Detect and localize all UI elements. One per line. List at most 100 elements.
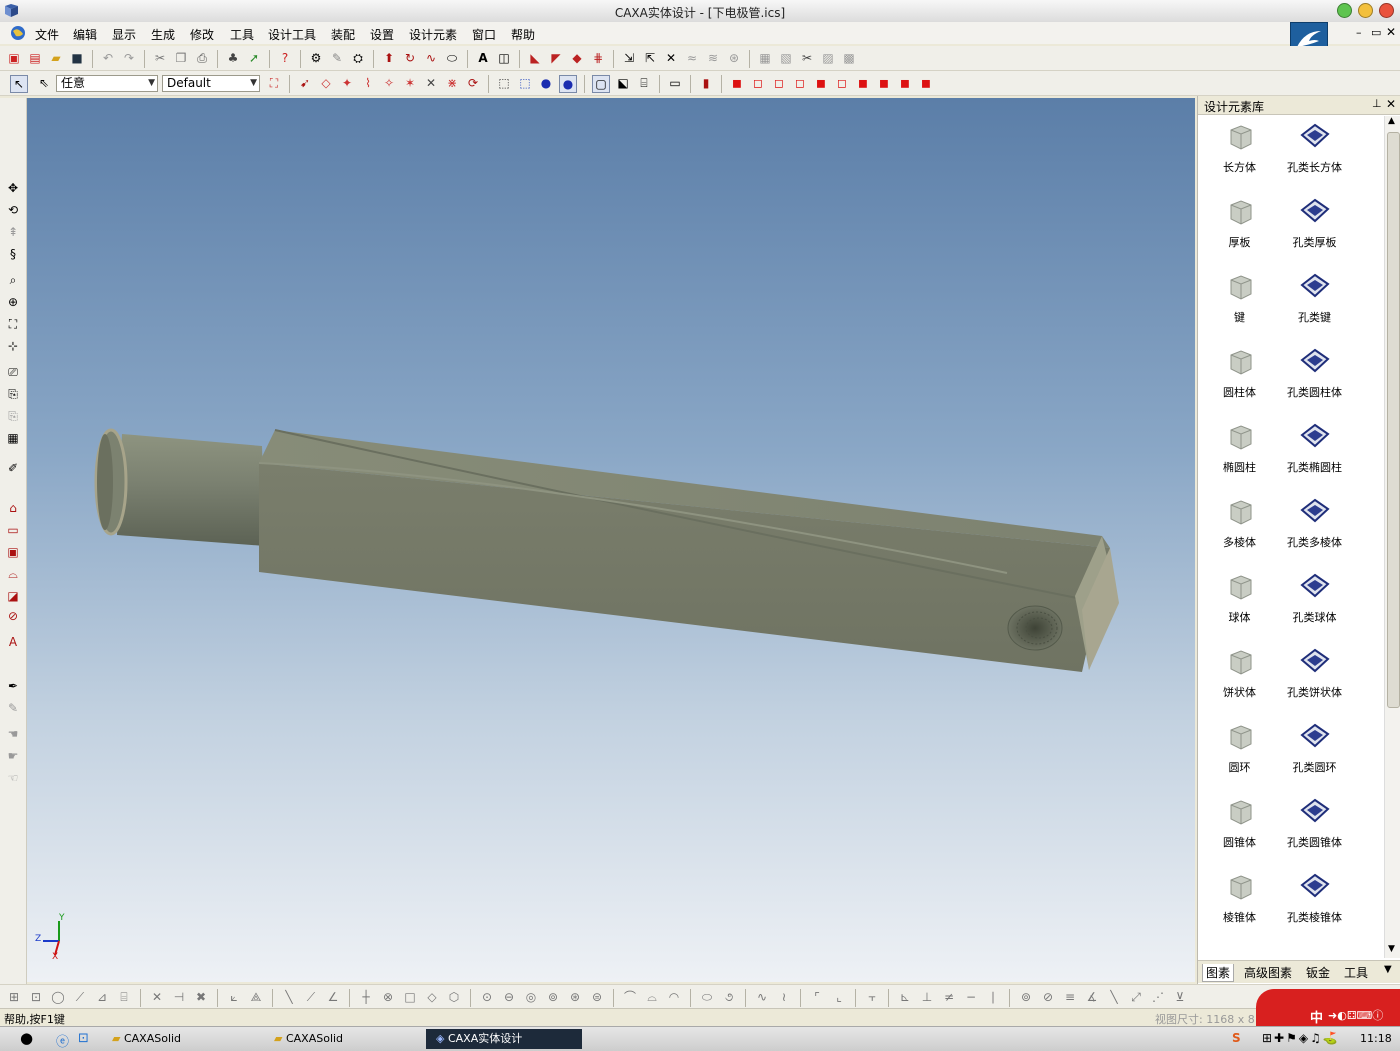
constraint-h-icon[interactable]: ⊻ <box>1172 989 1188 1005</box>
menu-file[interactable]: 文件 <box>35 26 59 43</box>
sketch-e-icon[interactable]: ✶ <box>402 75 418 91</box>
element-item[interactable]: 圆锥体 <box>1202 797 1277 850</box>
selection-filter-combo[interactable]: 任意 ▼ <box>56 75 158 92</box>
draw-c-icon[interactable]: ◯ <box>50 989 66 1005</box>
angle-line-icon[interactable]: ∠ <box>325 989 341 1005</box>
element-item[interactable]: 孔类椭圆柱 <box>1277 422 1352 475</box>
wire-box-icon[interactable]: ▢ <box>592 75 610 93</box>
mdi-restore-icon[interactable]: ▭ <box>1371 26 1381 39</box>
rotate-view-icon[interactable]: ⟲ <box>5 202 21 218</box>
line-icon[interactable]: ╲ <box>281 989 297 1005</box>
switch-icon[interactable]: ⊡ <box>78 1031 89 1046</box>
close-button[interactable] <box>1379 3 1394 18</box>
camera-a-icon[interactable]: ⎚ <box>5 364 21 380</box>
menu-settings[interactable]: 设置 <box>370 26 394 43</box>
std-view-top-icon[interactable]: ◼ <box>813 75 829 91</box>
surface-c-icon[interactable]: ⊛ <box>726 50 742 66</box>
sketch-f-icon[interactable]: ✕ <box>423 75 439 91</box>
menu-design-tools[interactable]: 设计工具 <box>268 26 316 43</box>
hand-c-icon[interactable]: ☜ <box>5 770 21 786</box>
feature-a-icon[interactable]: ⚙ <box>308 50 324 66</box>
tab-sheet-metal[interactable]: 钣金 <box>1306 964 1330 981</box>
panel-scrollbar[interactable]: ▲ ▼ <box>1384 116 1400 958</box>
hexagon-icon[interactable]: ⬡ <box>446 989 462 1005</box>
design-tree-icon[interactable]: ♣ <box>225 50 241 66</box>
element-item[interactable]: 圆环 <box>1202 722 1277 775</box>
element-item[interactable]: 棱锥体 <box>1202 872 1277 925</box>
element-item[interactable]: 圆柱体 <box>1202 347 1277 400</box>
draw-d-icon[interactable]: ⟋ <box>72 989 88 1005</box>
iso-box-icon[interactable]: ⬕ <box>615 75 631 91</box>
boolean-e-icon[interactable]: ▩ <box>841 50 857 66</box>
sketch-b-icon[interactable]: ✦ <box>339 75 355 91</box>
sketch-line-icon[interactable]: ⌂ <box>5 500 21 516</box>
revolve-icon[interactable]: ↻ <box>402 50 418 66</box>
menu-window[interactable]: 窗口 <box>472 26 496 43</box>
sweep-icon[interactable]: ∿ <box>423 50 439 66</box>
save-icon[interactable]: ■ <box>69 50 85 66</box>
help-pointer-icon[interactable]: ? <box>277 50 293 66</box>
std-view-back-icon[interactable]: ◻ <box>750 75 766 91</box>
sketch-box-icon[interactable]: ▣ <box>5 544 21 560</box>
rect-icon[interactable]: □ <box>402 989 418 1005</box>
face-move-icon[interactable]: ⇲ <box>621 50 637 66</box>
draw-i-icon[interactable]: ✖ <box>193 989 209 1005</box>
menu-display[interactable]: 显示 <box>112 26 136 43</box>
spiral-icon[interactable]: ૭ <box>721 989 737 1005</box>
select-mode-icon[interactable]: ⇖ <box>36 75 52 91</box>
element-item[interactable]: 饼状体 <box>1202 647 1277 700</box>
dim-a-icon[interactable]: ⊾ <box>897 989 913 1005</box>
dim-d-icon[interactable]: − <box>963 989 979 1005</box>
camera-b-icon[interactable]: ⎘ <box>5 386 21 402</box>
draw-h-icon[interactable]: ⊣ <box>171 989 187 1005</box>
redo-icon[interactable]: ↷ <box>121 50 137 66</box>
mdi-close-icon[interactable]: ✕ <box>1386 25 1396 39</box>
element-item[interactable]: 孔类棱锥体 <box>1277 872 1352 925</box>
walk-icon[interactable]: ⇞ <box>5 224 21 240</box>
look-icon[interactable]: § <box>5 246 21 262</box>
dim-b-icon[interactable]: ⊥ <box>919 989 935 1005</box>
element-item[interactable]: 孔类键 <box>1277 272 1352 325</box>
draw-k-icon[interactable]: ⟁ <box>248 989 264 1005</box>
minimize-button[interactable] <box>1358 3 1373 18</box>
view-cube-a-icon[interactable]: ⬚ <box>496 75 512 91</box>
book-icon[interactable]: ▮ <box>698 75 714 91</box>
draw-g-icon[interactable]: ✕ <box>149 989 165 1005</box>
sketch-arc-icon[interactable]: ⌓ <box>5 566 21 582</box>
constraint-f-icon[interactable]: ⤢ <box>1128 989 1144 1005</box>
constraint-e-icon[interactable]: ╲ <box>1106 989 1122 1005</box>
design-viewport[interactable]: Y Z X <box>27 98 1195 982</box>
std-view-iso-icon[interactable]: ◼ <box>855 75 871 91</box>
circle-e-icon[interactable]: ⊛ <box>567 989 583 1005</box>
constraint-c-icon[interactable]: ≡ <box>1062 989 1078 1005</box>
element-item[interactable]: 孔类厚板 <box>1277 197 1352 250</box>
element-item[interactable]: 键 <box>1202 272 1277 325</box>
paint-icon[interactable]: ✐ <box>5 460 21 476</box>
sketch-h-icon[interactable]: ⟳ <box>465 75 481 91</box>
element-item[interactable]: 孔类球体 <box>1277 572 1352 625</box>
std-view-a-icon[interactable]: ◼ <box>876 75 892 91</box>
camera-d-icon[interactable]: ▦ <box>5 430 21 446</box>
assembly-tree-icon[interactable]: ⛶ <box>266 75 282 91</box>
scroll-up-icon[interactable]: ▲ <box>1388 116 1395 126</box>
taskbar-item-caxasolid-2[interactable]: ▰ CAXASolid <box>274 1029 424 1049</box>
extrude-icon[interactable]: ⬆ <box>381 50 397 66</box>
fillet-icon[interactable]: ◣ <box>527 50 543 66</box>
mdi-minimize-icon[interactable]: – <box>1356 26 1362 39</box>
draw-j-icon[interactable]: ⟀ <box>226 989 242 1005</box>
boolean-b-icon[interactable]: ▧ <box>778 50 794 66</box>
offset-icon[interactable]: ⊗ <box>380 989 396 1005</box>
hand-b-icon[interactable]: ☛ <box>5 748 21 764</box>
tab-tools[interactable]: 工具 <box>1344 964 1368 981</box>
constraint-b-icon[interactable]: ⊘ <box>1040 989 1056 1005</box>
part-model-electrode-tube[interactable] <box>27 98 1195 982</box>
chamfer-icon[interactable]: ◤ <box>548 50 564 66</box>
zoom-window-icon[interactable]: ⊕ <box>5 294 21 310</box>
import-icon[interactable]: ➚ <box>246 50 262 66</box>
menu-generate[interactable]: 生成 <box>151 26 175 43</box>
sketch-a-icon[interactable]: ◇ <box>318 75 334 91</box>
render-shaded-icon[interactable]: ● <box>538 75 554 91</box>
spline-b-icon[interactable]: ≀ <box>776 989 792 1005</box>
menu-assembly[interactable]: 装配 <box>331 26 355 43</box>
menu-edit[interactable]: 编辑 <box>73 26 97 43</box>
